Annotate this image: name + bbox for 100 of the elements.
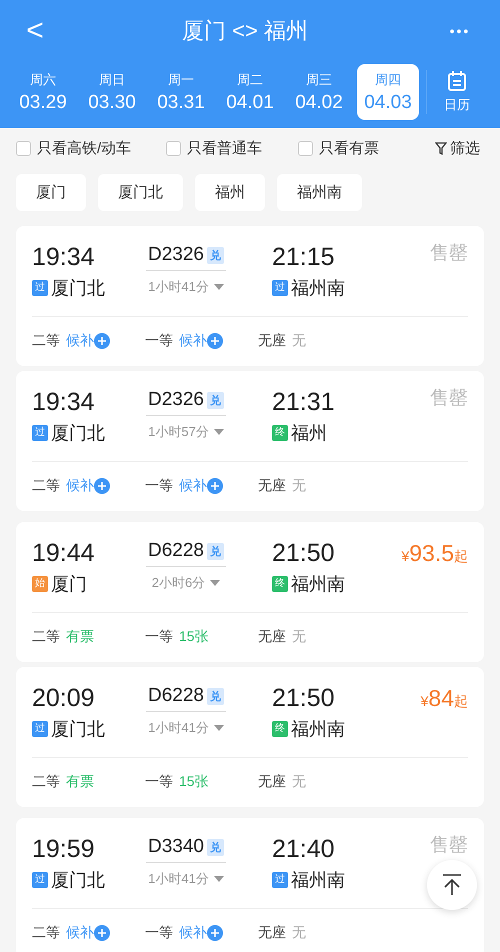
departure-time: 19:34 <box>32 242 96 273</box>
seat-availability: 无 <box>292 332 306 350</box>
date-tab[interactable]: 周三 04.02 <box>288 64 350 120</box>
arrival-time: 21:50 <box>272 683 336 714</box>
calendar-button[interactable]: 日历 <box>437 70 477 114</box>
exchange-badge: 兑 <box>207 688 224 704</box>
add-icon[interactable] <box>207 333 223 349</box>
station-tag: 过 <box>32 872 48 888</box>
filter-checkbox[interactable]: 只看有票 <box>298 138 410 158</box>
filter-checkbox[interactable]: 只看普通车 <box>166 138 298 158</box>
arrow-up-icon <box>442 874 462 896</box>
arrival-time: 21:40 <box>272 834 336 865</box>
filter-checkbox[interactable]: 只看高铁/动车 <box>16 138 166 158</box>
seat-class: 一等 <box>145 773 173 791</box>
exchange-badge: 兑 <box>207 838 224 856</box>
dropdown-icon[interactable] <box>214 284 224 290</box>
train-number: D3340 <box>148 836 204 858</box>
seat-availability[interactable]: 候补 <box>66 477 94 495</box>
add-icon[interactable] <box>207 925 223 941</box>
seat-class: 无座 <box>258 332 286 350</box>
sold-out-label: 售罄 <box>430 834 468 858</box>
station-name: 厦门北 <box>51 718 105 741</box>
page-title: 厦门 <> 福州 <box>182 17 308 45</box>
duration: 1小时41分 <box>148 719 209 737</box>
date-tab[interactable]: 周六 03.29 <box>12 64 74 120</box>
seat-availability[interactable]: 候补 <box>66 924 94 942</box>
date-tab[interactable]: 周四 04.03 <box>357 64 419 120</box>
station-chip[interactable]: 福州南 <box>277 174 362 211</box>
seat-availability[interactable]: 候补 <box>179 332 207 350</box>
station-tag: 始 <box>32 576 48 592</box>
arrival-time: 21:31 <box>272 387 336 418</box>
station-name: 厦门北 <box>51 277 105 300</box>
departure-time: 19:44 <box>32 538 96 569</box>
exchange-badge: 兑 <box>207 542 224 560</box>
arrival-time: 21:50 <box>272 538 336 569</box>
date-tab[interactable]: 周日 03.30 <box>81 64 143 120</box>
seat-class: 二等 <box>32 924 60 942</box>
filter-button[interactable]: 筛选 <box>435 138 480 158</box>
checkbox[interactable] <box>166 140 181 156</box>
seat-availability[interactable]: 候补 <box>66 332 94 350</box>
duration: 2小时6分 <box>152 574 206 592</box>
seat-availability: 无 <box>292 628 306 646</box>
filter-icon <box>435 142 447 154</box>
duration: 1小时41分 <box>148 870 209 888</box>
add-icon[interactable] <box>94 478 110 494</box>
seat-class: 一等 <box>145 628 173 646</box>
station-tag: 过 <box>272 872 288 888</box>
add-icon[interactable] <box>207 478 223 494</box>
seat-availability: 15张 <box>179 773 209 791</box>
station-chip[interactable]: 厦门 <box>16 174 86 211</box>
checkbox[interactable] <box>16 140 31 156</box>
sold-out-label: 售罄 <box>430 242 468 266</box>
station-tag: 过 <box>32 425 48 441</box>
dropdown-icon[interactable] <box>214 429 224 435</box>
departure-time: 19:59 <box>32 834 96 865</box>
dropdown-icon[interactable] <box>214 876 224 882</box>
train-card[interactable]: 19:34 过 厦门北 D2326 兑 1小时41分 21:15 过 福州南 售罄 二等 候补 一等 候补 无座 无 <box>16 226 484 366</box>
station-chip[interactable]: 福州 <box>195 174 265 211</box>
checkbox[interactable] <box>298 140 313 156</box>
price: ¥84起 <box>420 685 468 712</box>
duration: 1小时41分 <box>148 278 209 296</box>
back-button[interactable]: < <box>20 14 50 48</box>
departure-time: 19:34 <box>32 387 96 418</box>
seat-class: 一等 <box>145 477 173 495</box>
seat-class: 一等 <box>145 332 173 350</box>
seat-availability: 有票 <box>66 628 94 646</box>
date-tab[interactable]: 周二 04.01 <box>219 64 281 120</box>
train-card[interactable]: 19:59 过 厦门北 D3340 兑 1小时41分 21:40 过 福州南 售罄 二等 候补 一等 候补 无座 无 <box>16 818 484 952</box>
seat-availability[interactable]: 候补 <box>179 477 207 495</box>
station-tag: 过 <box>32 280 48 296</box>
station-chip[interactable]: 厦门北 <box>98 174 183 211</box>
station-name: 厦门 <box>51 573 87 596</box>
dropdown-icon[interactable] <box>214 725 224 731</box>
dropdown-icon[interactable] <box>210 580 220 586</box>
train-card[interactable]: 19:44 始 厦门 D6228 兑 2小时6分 21:50 终 福州南 ¥93.5起 二等 有票 一等 15张 无座 无 <box>16 522 484 662</box>
seat-class: 无座 <box>258 773 286 791</box>
seat-availability: 15张 <box>179 628 209 646</box>
exchange-badge: 兑 <box>207 392 224 408</box>
more-button[interactable]: ••• <box>440 23 480 39</box>
seat-availability[interactable]: 候补 <box>179 924 207 942</box>
seat-class: 一等 <box>145 924 173 942</box>
add-icon[interactable] <box>94 925 110 941</box>
train-card[interactable]: 19:34 过 厦门北 D2326 兑 1小时57分 21:31 终 福州 售罄 二等 候补 一等 候补 无座 无 <box>16 371 484 511</box>
arrival-time: 21:15 <box>272 242 336 273</box>
seat-class: 二等 <box>32 628 60 646</box>
exchange-badge: 兑 <box>207 246 224 264</box>
station-name: 厦门北 <box>51 869 105 892</box>
station-name: 福州南 <box>291 718 345 741</box>
station-name: 福州 <box>291 422 327 445</box>
station-tag: 终 <box>272 425 288 441</box>
seat-availability: 有票 <box>66 773 94 791</box>
add-icon[interactable] <box>94 333 110 349</box>
seat-class: 二等 <box>32 477 60 495</box>
train-number: D2326 <box>148 389 204 411</box>
station-name: 福州南 <box>291 869 345 892</box>
seat-availability: 无 <box>292 924 306 942</box>
station-tag: 终 <box>272 721 288 737</box>
train-card[interactable]: 20:09 过 厦门北 D6228 兑 1小时41分 21:50 终 福州南 ¥84起 二等 有票 一等 15张 无座 无 <box>16 667 484 807</box>
date-tab[interactable]: 周一 03.31 <box>150 64 212 120</box>
station-tag: 过 <box>32 721 48 737</box>
